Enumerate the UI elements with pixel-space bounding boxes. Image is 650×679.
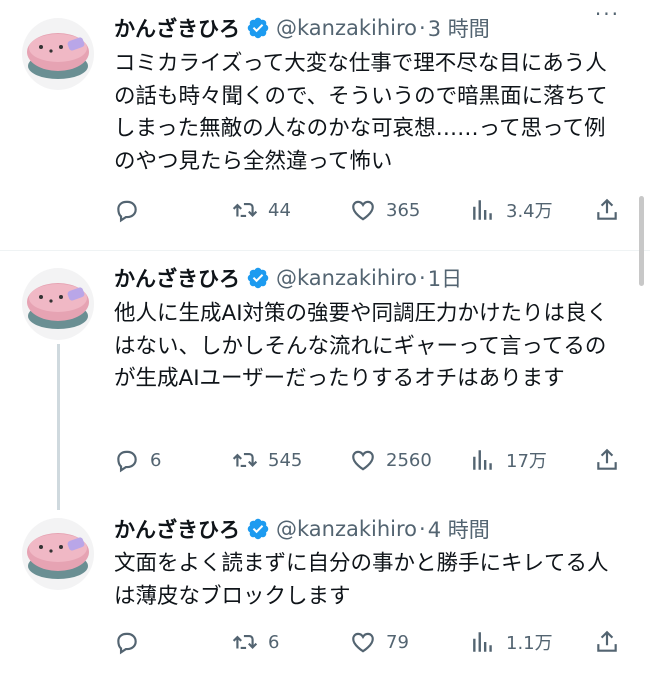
verified-badge-icon <box>247 17 269 39</box>
reply-button[interactable] <box>114 626 150 658</box>
like-count: 79 <box>386 631 409 653</box>
view-count: 17万 <box>506 451 547 472</box>
reply-button[interactable]: 6 <box>114 444 161 476</box>
reply-icon <box>117 450 137 473</box>
timestamp[interactable]: 3 時間 <box>428 13 490 43</box>
retweet-icon <box>232 452 258 468</box>
like-button[interactable]: 365 <box>350 194 420 226</box>
share-button[interactable] <box>594 626 620 658</box>
timestamp[interactable]: 1日 <box>428 263 462 293</box>
view-count: 1.1万 <box>506 633 553 654</box>
author-handle[interactable]: @kanzakihiro <box>276 266 417 290</box>
separator-dot: · <box>419 517 426 541</box>
views-chart-icon <box>473 450 492 470</box>
share-icon <box>597 448 617 470</box>
retweet-count: 44 <box>268 199 291 221</box>
share-icon <box>597 198 617 220</box>
avatar[interactable] <box>22 18 94 90</box>
retweet-icon <box>232 202 258 218</box>
avatar[interactable] <box>22 518 94 590</box>
share-icon <box>597 630 617 652</box>
like-count: 365 <box>386 199 421 221</box>
tweet-actions: 6 545 2560 17万 <box>114 444 634 476</box>
tweet-3[interactable]: かんざきひろ @kanzakihiro · 4 時間 文面をよく読まずに自分の事… <box>0 500 650 679</box>
reply-icon <box>117 200 137 223</box>
retweet-button[interactable]: 545 <box>232 444 302 476</box>
more-options-button[interactable]: ··· <box>595 2 620 26</box>
reply-count: 6 <box>150 449 162 471</box>
thread-connector-line <box>57 344 60 510</box>
retweet-count: 6 <box>268 631 280 653</box>
retweet-button[interactable]: 6 <box>232 626 279 658</box>
heart-icon <box>352 632 374 653</box>
author-handle[interactable]: @kanzakihiro <box>276 16 417 40</box>
views-button[interactable]: 1.1万 <box>470 626 553 658</box>
views-chart-icon <box>473 200 492 220</box>
timestamp[interactable]: 4 時間 <box>428 514 490 544</box>
tweet-text: 他人に生成AI対策の強要や同調圧力かけたりは良くはない、しかしそんな流れにギャー… <box>114 301 609 391</box>
tweet-actions: 6 79 1.1万 <box>114 626 634 658</box>
retweet-button[interactable]: 44 <box>232 194 291 226</box>
tweet-1[interactable]: かんざきひろ @kanzakihiro · 3 時間 ··· コミカライズって大… <box>0 0 650 250</box>
scrollbar-thumb[interactable] <box>639 196 644 286</box>
view-count: 3.4万 <box>506 201 553 222</box>
reply-icon <box>117 632 137 655</box>
tweet-2[interactable]: かんざきひろ @kanzakihiro · 1日 他人に生成AI対策の強要や同調… <box>0 250 650 495</box>
like-button[interactable]: 2560 <box>350 444 432 476</box>
tweet-actions: 44 365 3.4万 <box>114 194 634 226</box>
avatar[interactable] <box>22 268 94 340</box>
share-button[interactable] <box>594 444 620 476</box>
separator-dot: · <box>419 16 426 40</box>
views-chart-icon <box>473 632 492 652</box>
tweet-text: 文面をよく読まずに自分の事かと勝手にキレてる人は薄皮なブロックします <box>114 551 609 609</box>
tweet-text: コミカライズって大変な仕事で理不尽な目にあう人の話も時々聞くので、そういうので暗… <box>114 51 608 174</box>
retweet-icon <box>232 634 258 650</box>
like-button[interactable]: 79 <box>350 626 409 658</box>
verified-badge-icon <box>247 518 269 540</box>
author-name[interactable]: かんざきひろ <box>114 263 240 293</box>
separator-dot: · <box>419 266 426 290</box>
like-count: 2560 <box>386 449 432 471</box>
reply-button[interactable] <box>114 194 150 226</box>
retweet-count: 545 <box>268 449 303 471</box>
heart-icon <box>352 450 374 471</box>
author-handle[interactable]: @kanzakihiro <box>276 517 417 541</box>
verified-badge-icon <box>247 267 269 289</box>
author-name[interactable]: かんざきひろ <box>114 514 240 544</box>
share-button[interactable] <box>594 194 620 226</box>
author-name[interactable]: かんざきひろ <box>114 13 240 43</box>
heart-icon <box>352 200 374 221</box>
views-button[interactable]: 17万 <box>470 444 547 476</box>
views-button[interactable]: 3.4万 <box>470 194 553 226</box>
